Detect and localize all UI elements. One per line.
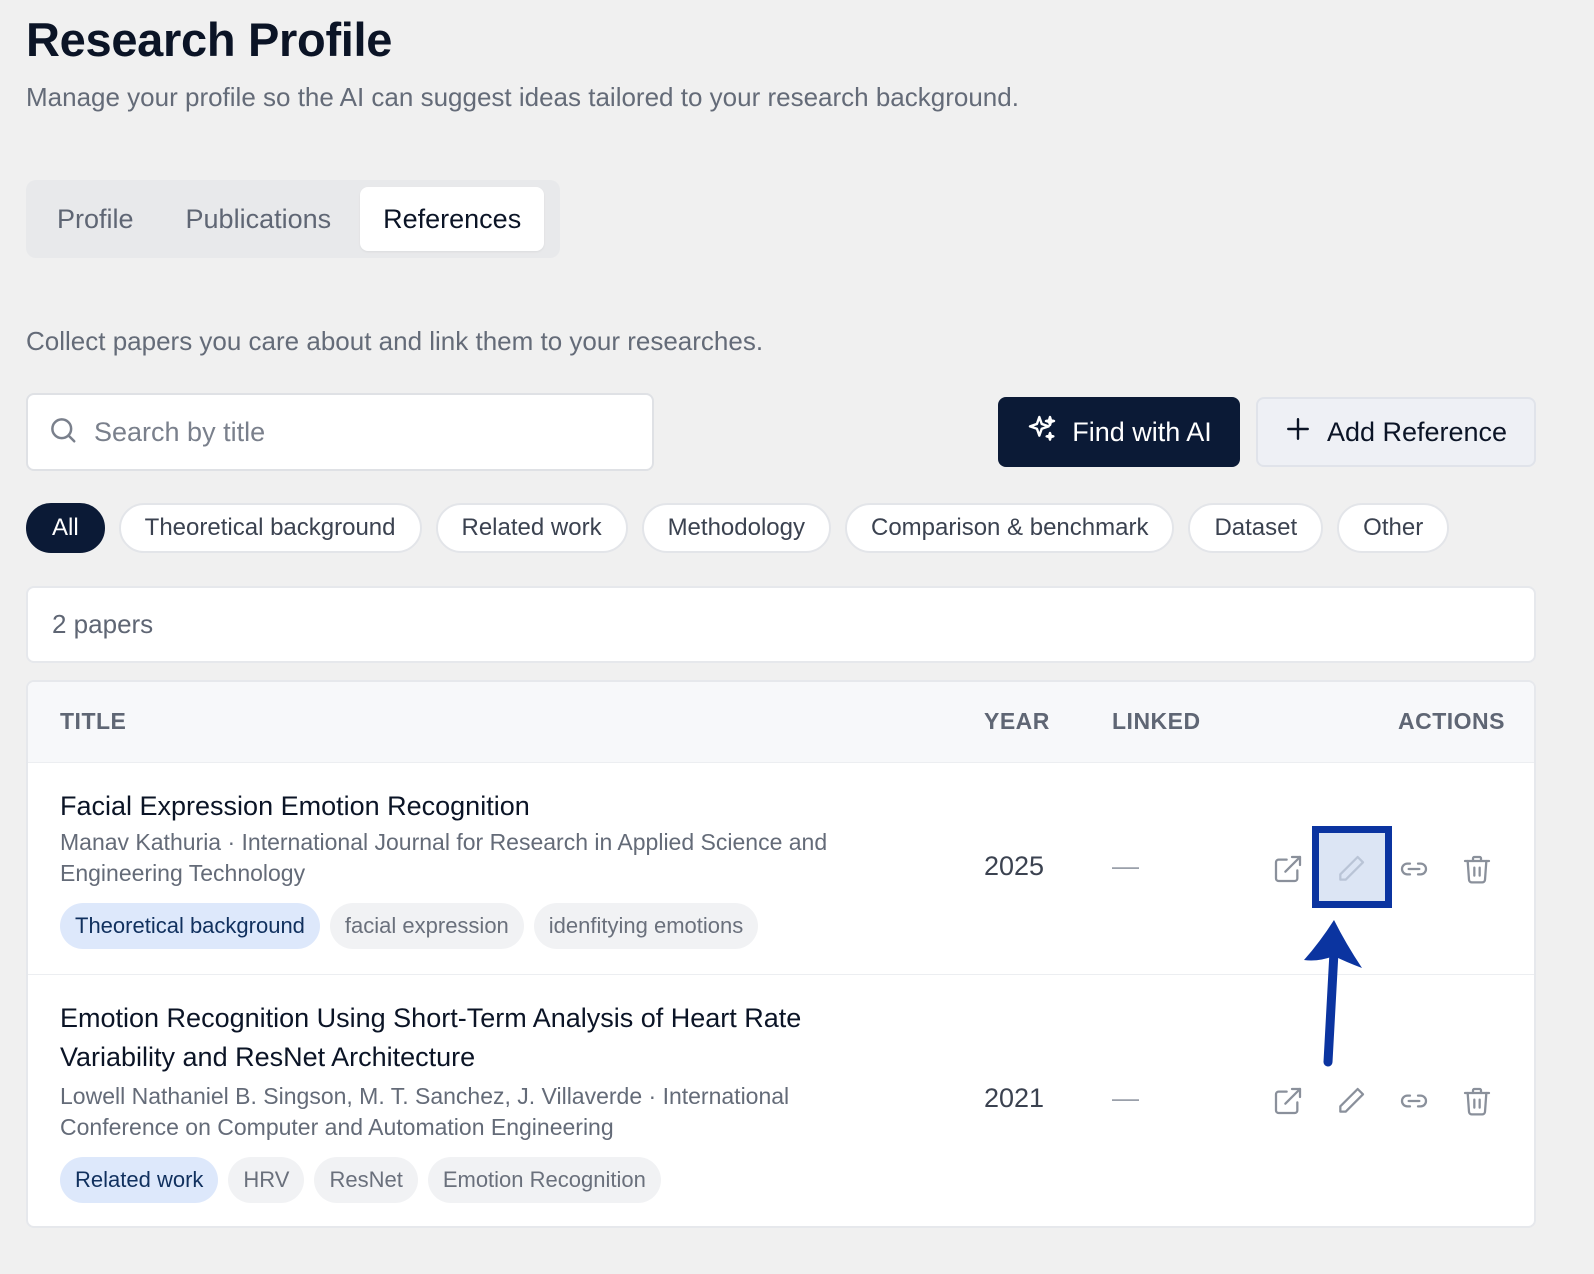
keyword-tag: ResNet [314,1157,418,1203]
search-input[interactable] [94,416,614,448]
tab-profile[interactable]: Profile [34,187,157,251]
header-title: TITLE [60,708,127,734]
add-reference-button[interactable]: Add Reference [1256,397,1536,467]
delete-button[interactable] [1455,1079,1499,1123]
filter-all[interactable]: All [26,503,105,553]
edit-highlight-box [1312,826,1392,908]
link-icon [1400,1094,1428,1108]
filter-theoretical-background[interactable]: Theoretical background [118,503,422,553]
category-tag: Related work [60,1157,219,1203]
trash-icon [1463,1087,1491,1116]
reference-title[interactable]: Facial Expression Emotion Recognition [60,787,860,826]
references-description: Collect papers you care about and link t… [26,326,764,356]
find-with-ai-label: Find with AI [1072,416,1212,447]
keyword-tag: Emotion Recognition [427,1157,661,1203]
page-title: Research Profile [26,13,393,66]
pencil-icon [1339,1087,1365,1113]
keyword-tag: idenfitying emotions [533,903,759,949]
find-with-ai-button[interactable]: Find with AI [998,397,1240,467]
search-icon [48,415,78,450]
tab-references[interactable]: References [360,187,545,251]
open-button[interactable] [1266,847,1310,891]
keyword-tag: facial expression [329,903,524,949]
header-year: YEAR [984,708,1050,734]
category-filters: All Theoretical background Related work … [26,503,1450,553]
plus-icon [1285,416,1311,449]
category-tag: Theoretical background [60,903,320,949]
tab-publications[interactable]: Publications [163,187,355,251]
table-header: TITLE YEAR LINKED ACTIONS [28,682,1534,762]
trash-icon [1463,855,1491,884]
reference-year: 2025 [984,851,1045,881]
search-box [26,393,654,471]
reference-title[interactable]: Emotion Recognition Using Short-Term Ana… [60,999,860,1077]
page-subtitle: Manage your profile so the AI can sugges… [26,82,1019,112]
filter-comparison-benchmark[interactable]: Comparison & benchmark [845,503,1175,553]
sparkle-icon [1026,413,1058,452]
keyword-tag: HRV [228,1157,305,1203]
reference-tags: Related work HRV ResNet Emotion Recognit… [60,1157,661,1203]
delete-button[interactable] [1455,847,1499,891]
references-table: TITLE YEAR LINKED ACTIONS Facial Express… [26,680,1536,1228]
header-actions: ACTIONS [1398,708,1505,734]
reference-linked: — [1112,1083,1139,1113]
paper-count: 2 papers [26,586,1536,663]
table-row: Emotion Recognition Using Short-Term Ana… [28,974,1534,1226]
open-button[interactable] [1266,1079,1310,1123]
profile-tabs: Profile Publications References [26,180,560,258]
link-icon [1400,862,1428,876]
table-row: Facial Expression Emotion Recognition Ma… [28,762,1534,974]
reference-meta: Manav Kathuria · International Journal f… [60,829,828,886]
header-linked: LINKED [1112,708,1201,734]
link-button[interactable] [1392,1079,1436,1123]
filter-methodology[interactable]: Methodology [641,503,831,553]
paper-count-label: 2 papers [52,609,154,639]
filter-other[interactable]: Other [1337,503,1450,553]
link-button[interactable] [1392,847,1436,891]
edit-button[interactable] [1329,1079,1373,1123]
add-reference-label: Add Reference [1326,416,1508,447]
filter-dataset[interactable]: Dataset [1188,503,1324,553]
reference-year: 2021 [984,1083,1045,1113]
filter-related-work[interactable]: Related work [435,503,628,553]
external-link-icon [1274,855,1302,883]
reference-meta: Lowell Nathaniel B. Singson, M. T. Sanch… [60,1083,790,1140]
reference-tags: Theoretical background facial expression… [60,903,759,949]
external-link-icon [1274,1087,1302,1115]
reference-linked: — [1112,851,1139,881]
